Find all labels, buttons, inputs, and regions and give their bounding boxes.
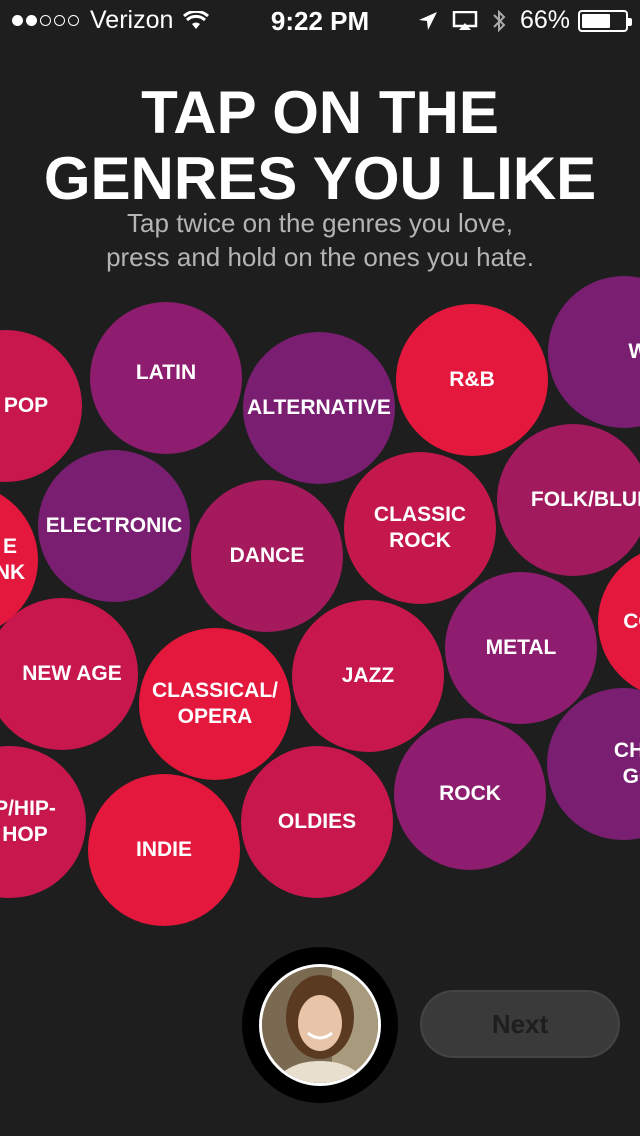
genre-bubble-rock[interactable]: ROCK (394, 718, 546, 870)
genre-bubble-classic-rock[interactable]: CLASSIC ROCK (344, 452, 496, 604)
genre-bubble-oldies[interactable]: OLDIES (241, 746, 393, 898)
genre-bubble-world[interactable]: WOR (548, 276, 640, 428)
genre-bubble-new-age[interactable]: NEW AGE (0, 598, 138, 750)
screen: Verizon 9:22 PM 66% TAP ON THE GENRES YO… (0, 0, 640, 1136)
next-button[interactable]: Next (420, 990, 620, 1058)
genre-bubble-alternative[interactable]: ALTERNATIVE (243, 332, 395, 484)
genre-bubble-indie[interactable]: INDIE (88, 774, 240, 926)
genre-bubble-rnb[interactable]: R&B (396, 304, 548, 456)
genre-bubble-rap-hip-hop[interactable]: P/HIP- HOP (0, 746, 86, 898)
genre-bubble-latin[interactable]: LATIN (90, 302, 242, 454)
genre-bubble-electronic[interactable]: ELECTRONIC (38, 450, 190, 602)
user-avatar-icon (262, 967, 378, 1083)
genre-bubble-metal[interactable]: METAL (445, 572, 597, 724)
avatar-button[interactable] (242, 947, 398, 1103)
genre-bubble-pop[interactable]: POP (0, 330, 82, 482)
genre-bubble-dance[interactable]: DANCE (191, 480, 343, 632)
genre-bubble-classical-opera[interactable]: CLASSICAL/ OPERA (139, 628, 291, 780)
genre-bubble-folk-blues[interactable]: FOLK/BLUES (497, 424, 640, 576)
genre-bubble-jazz[interactable]: JAZZ (292, 600, 444, 752)
avatar (259, 964, 381, 1086)
